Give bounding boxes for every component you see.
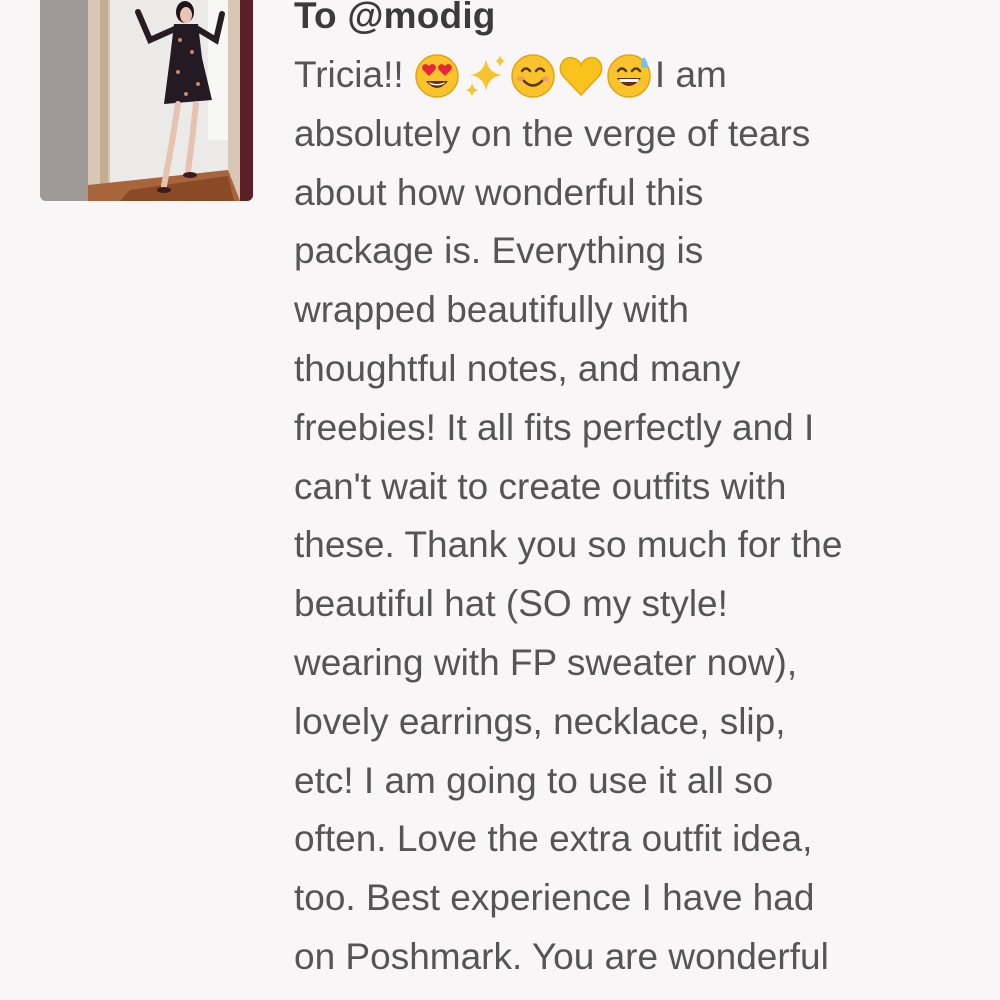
- heart-eyes-emoji-icon: [415, 54, 459, 98]
- message-line: too. Best experience I have had: [294, 877, 815, 919]
- message-text: I am: [654, 54, 727, 95]
- review-photo[interactable]: [40, 0, 253, 201]
- grinning-sweat-emoji-icon: [607, 54, 651, 98]
- message-line: wrapped beautifully with: [294, 289, 689, 331]
- emoji-row: [414, 53, 654, 112]
- review-photo-image: [40, 0, 253, 201]
- message-line: absolutely on the verge of tears: [294, 112, 811, 154]
- message-line: about how wonderful this: [294, 171, 704, 213]
- sparkles-emoji-icon: [465, 55, 505, 97]
- review-recipient[interactable]: To @modig: [294, 0, 496, 38]
- yellow-heart-emoji-icon: [559, 56, 603, 97]
- review-message: Tricia!! I am absolutely on the verge of…: [294, 46, 984, 987]
- message-line: freebies! It all fits perfectly and I: [294, 406, 815, 448]
- message-line: often. Love the extra outfit idea,: [294, 818, 813, 860]
- message-line: package is. Everything is: [294, 230, 704, 272]
- message-line: wearing with FP sweater now),: [294, 641, 798, 683]
- message-line: thoughtful notes, and many: [294, 347, 741, 389]
- message-text: Tricia!!: [294, 54, 404, 95]
- message-line: Tricia!! I am: [294, 46, 984, 105]
- message-line: on Poshmark. You are wonderful: [294, 935, 829, 977]
- message-line: these. Thank you so much for the: [294, 524, 843, 566]
- message-line: beautiful hat (SO my style!: [294, 583, 728, 625]
- smiling-face-emoji-icon: [511, 54, 555, 98]
- message-line: etc! I am going to use it all so: [294, 759, 774, 801]
- message-line: lovely earrings, necklace, slip,: [294, 700, 786, 742]
- review-card: To @modig Tricia!! I am absolutely on th…: [0, 0, 1000, 1000]
- message-line: can't wait to create outfits with: [294, 465, 787, 507]
